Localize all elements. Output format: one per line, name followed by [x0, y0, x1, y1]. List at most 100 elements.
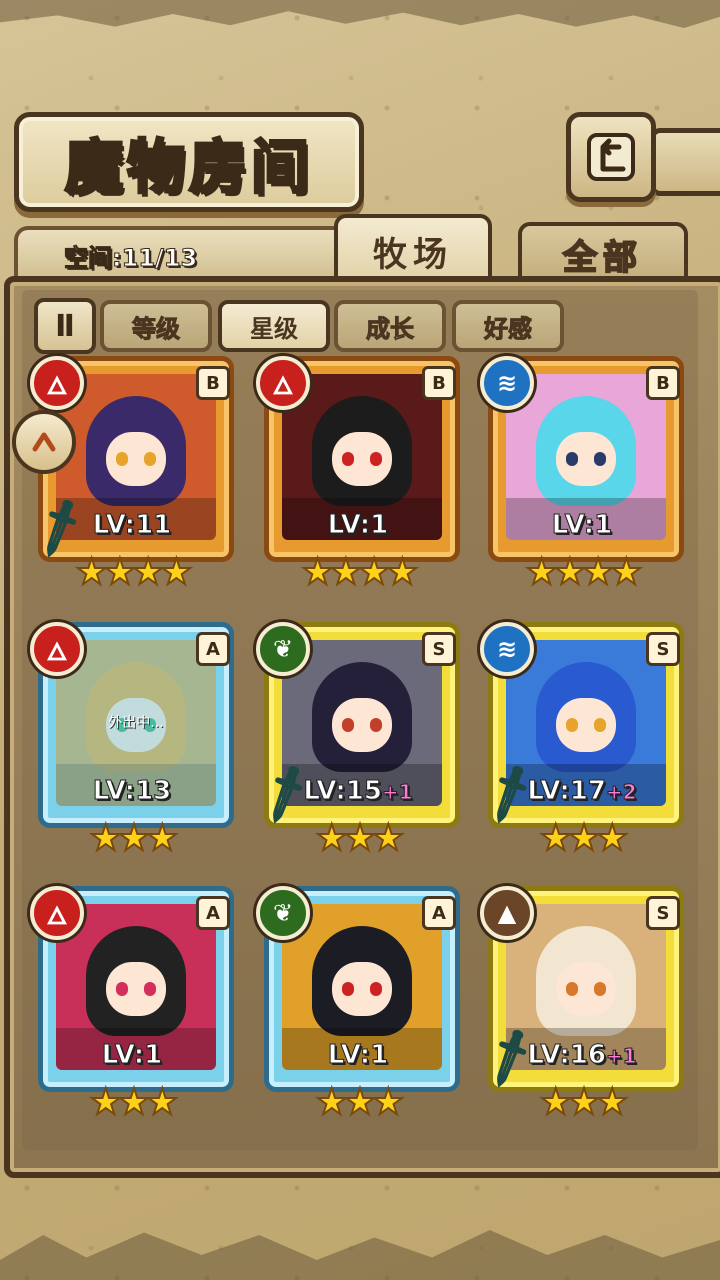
- level-bonus: +1: [605, 1044, 637, 1069]
- monster-eye-right: [144, 452, 156, 466]
- monster-eye-right: [594, 718, 606, 732]
- star-rating: ★★★★: [524, 551, 643, 594]
- monster-eye-left: [566, 452, 578, 466]
- monster-face: [556, 698, 616, 752]
- level-value: LV:15: [303, 776, 383, 807]
- rank-badge: S: [422, 632, 456, 666]
- level-label: LV:1: [30, 1040, 234, 1071]
- level-value: LV:17: [527, 776, 607, 807]
- back-bar: [650, 128, 720, 196]
- sort-order-toggle[interactable]: Ⅱ: [34, 298, 96, 354]
- tab-ranch[interactable]: 牧场: [334, 214, 492, 284]
- monster-eye-right: [144, 982, 156, 996]
- star-rating: ★★★: [315, 1081, 406, 1124]
- level-label: LV:17+2: [480, 776, 684, 807]
- filter-level[interactable]: 等级: [100, 300, 212, 352]
- fire-icon: 🜂: [30, 886, 84, 940]
- level-label: LV:16+1: [480, 1040, 684, 1071]
- level-label: LV:13: [30, 776, 234, 807]
- monster-card[interactable]: A 🜂 外出中... LV:13 ★★★: [30, 622, 234, 862]
- rank-badge: B: [646, 366, 680, 400]
- monster-face: [106, 432, 166, 486]
- monster-eye-left: [342, 982, 354, 996]
- torn-edge-top: [0, 0, 720, 28]
- space-bar: 空间:11/13: [14, 226, 352, 276]
- level-label: LV:1: [256, 1040, 460, 1071]
- page-title: 魔物房间: [63, 132, 313, 203]
- rank-badge: B: [196, 366, 230, 400]
- water-icon: ≋: [480, 356, 534, 410]
- filter-star[interactable]: 星级: [218, 300, 330, 352]
- filter-affection[interactable]: 好感: [452, 300, 564, 352]
- tab-all-label: 全部: [562, 237, 643, 279]
- fire-icon: 🜂: [30, 356, 84, 410]
- level-value: LV:16: [527, 1040, 607, 1071]
- space-capacity: 空间:11/13: [63, 244, 198, 273]
- fire-icon: 🜂: [256, 356, 310, 410]
- level-label: LV:15+1: [256, 776, 460, 807]
- tab-ranch-label: 牧场: [373, 234, 453, 275]
- rank-badge: A: [196, 896, 230, 930]
- monster-card[interactable]: B ≋ LV:1 ★★★★: [480, 356, 684, 596]
- monster-face: [332, 698, 392, 752]
- level-value: LV:1: [327, 510, 389, 541]
- level-bonus: +2: [605, 780, 637, 805]
- rank-badge: A: [422, 896, 456, 930]
- monster-card[interactable]: A ❦ LV:1 ★★★: [256, 886, 460, 1126]
- monster-eye-right: [594, 452, 606, 466]
- rank-badge: B: [422, 366, 456, 400]
- level-label: LV:1: [256, 510, 460, 541]
- star-rating: ★★★: [539, 817, 630, 860]
- side-arrow-button[interactable]: [12, 410, 76, 474]
- back-button[interactable]: [566, 112, 656, 202]
- monster-eye-left: [116, 982, 128, 996]
- monster-eye-right: [370, 718, 382, 732]
- monster-card[interactable]: B 🜂 🗡 LV:11 ★★★★: [24, 356, 234, 596]
- monster-eye-left: [342, 452, 354, 466]
- monster-eye-left: [116, 452, 128, 466]
- level-value: LV:13: [92, 776, 172, 807]
- level-label: LV:11: [30, 510, 234, 541]
- star-rating: ★★★★: [74, 551, 193, 594]
- star-rating: ★★★: [89, 817, 180, 860]
- star-rating: ★★★: [89, 1081, 180, 1124]
- monster-card[interactable]: S ≋ 🗡 LV:17+2 ★★★: [474, 622, 684, 862]
- monster-face: [556, 962, 616, 1016]
- title-plate: 魔物房间: [14, 112, 364, 212]
- away-status: 外出中...: [108, 715, 164, 731]
- monster-card[interactable]: S ▲ 🗡 LV:16+1 ★★★: [474, 886, 684, 1126]
- monster-face: [332, 962, 392, 1016]
- rank-badge: S: [646, 896, 680, 930]
- monster-eye-right: [370, 452, 382, 466]
- monster-face: [332, 432, 392, 486]
- level-value: LV:1: [101, 1040, 163, 1071]
- star-rating: ★★★: [539, 1081, 630, 1124]
- monster-eye-left: [566, 718, 578, 732]
- monster-card[interactable]: B 🜂 LV:1 ★★★★: [256, 356, 460, 596]
- star-rating: ★★★★: [300, 551, 419, 594]
- monster-face: [106, 962, 166, 1016]
- monster-eye-right: [594, 982, 606, 996]
- level-value: LV:1: [551, 510, 613, 541]
- monster-eye-left: [342, 718, 354, 732]
- level-value: LV:11: [92, 510, 172, 541]
- fire-icon: 🜂: [30, 622, 84, 676]
- torn-edge-bottom: [0, 1230, 720, 1280]
- monster-face: [556, 432, 616, 486]
- earth-icon: ▲: [480, 886, 534, 940]
- level-value: LV:1: [327, 1040, 389, 1071]
- monster-card[interactable]: A 🜂 LV:1 ★★★: [30, 886, 234, 1126]
- level-label: LV:1: [480, 510, 684, 541]
- filter-growth[interactable]: 成长: [334, 300, 446, 352]
- monster-card[interactable]: S ❦ 🗡 LV:15+1 ★★★: [250, 622, 460, 862]
- rank-badge: S: [646, 632, 680, 666]
- water-icon: ≋: [480, 622, 534, 676]
- back-arrow-icon: [587, 133, 635, 181]
- leaf-icon: ❦: [256, 886, 310, 940]
- arrow-icon: [32, 432, 56, 452]
- leaf-icon: ❦: [256, 622, 310, 676]
- level-bonus: +1: [381, 780, 413, 805]
- tab-all[interactable]: 全部: [518, 222, 688, 282]
- monster-eye-right: [370, 982, 382, 996]
- rank-badge: A: [196, 632, 230, 666]
